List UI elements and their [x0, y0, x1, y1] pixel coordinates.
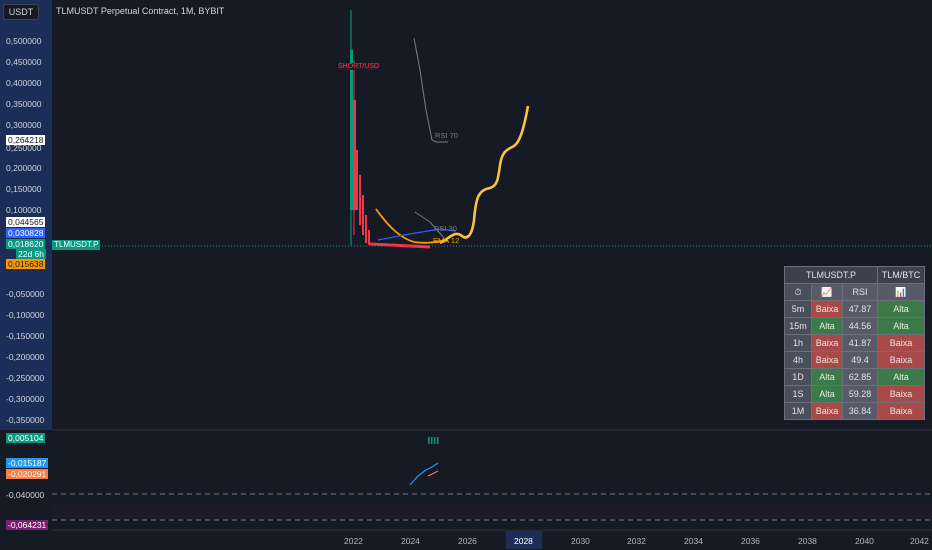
- table-row: 15m Alta 44.56 Alta: [784, 317, 925, 335]
- table-row: 5m Baixa 47.87 Alta: [784, 300, 925, 318]
- x-axis-label: 2028: [514, 536, 533, 546]
- chart-icon: 📈: [811, 283, 843, 301]
- x-axis-label: 2026: [458, 536, 477, 546]
- table-row: 1M Baixa 36.84 Baixa: [784, 402, 925, 420]
- tf-cell: 1D: [784, 368, 812, 386]
- rsi30-label: RSI 30: [434, 224, 457, 233]
- x-axis-label: 2040: [855, 536, 874, 546]
- rsi-cell: 44.56: [842, 317, 878, 335]
- x-axis-label: 2042: [910, 536, 929, 546]
- rsi-cell: 41.87: [842, 334, 878, 352]
- table-row: 4h Baixa 49.4 Baixa: [784, 351, 925, 369]
- x-axis-label: 2032: [627, 536, 646, 546]
- x-axis-label: 2038: [798, 536, 817, 546]
- candle-up: [350, 50, 353, 210]
- trend-cell: Alta: [811, 317, 843, 335]
- table-header-symbol: TLMUSDT.P: [784, 266, 878, 284]
- x-axis-label: 2036: [741, 536, 760, 546]
- tf-cell: 1S: [784, 385, 812, 403]
- x-axis-label: 2024: [401, 536, 420, 546]
- trend-cell: Alta: [811, 385, 843, 403]
- forecast-line: [439, 105, 530, 245]
- tf-cell: 4h: [784, 351, 812, 369]
- tf-cell: 15m: [784, 317, 812, 335]
- rsi-cell: 36.84: [842, 402, 878, 420]
- x-axis-label: 2022: [344, 536, 363, 546]
- btc-cell: Alta: [877, 368, 925, 386]
- tf-cell: 1M: [784, 402, 812, 420]
- rsi70-line: [413, 37, 448, 143]
- clock-icon: ⏱: [784, 283, 812, 301]
- gauge-icon: RSI: [842, 283, 878, 301]
- signal-table: TLMUSDT.P TLM/BTC ⏱ 📈 RSI 📊 5m Baixa 47.…: [784, 266, 925, 420]
- rsi-cell: 59.28: [842, 385, 878, 403]
- bar-icon: 📊: [877, 283, 925, 301]
- rsi-band: [52, 505, 932, 521]
- table-row: 1S Alta 59.28 Baixa: [784, 385, 925, 403]
- trend-cell: Alta: [811, 368, 843, 386]
- btc-cell: Baixa: [877, 351, 925, 369]
- btc-cell: Baixa: [877, 334, 925, 352]
- x-axis-label: 2034: [684, 536, 703, 546]
- table-row: 1h Baixa 41.87 Baixa: [784, 334, 925, 352]
- tf-cell: 5m: [784, 300, 812, 318]
- trend-cell: Baixa: [811, 334, 843, 352]
- btc-cell: Baixa: [877, 402, 925, 420]
- high-label: SHORT/USD: [338, 63, 380, 70]
- rsi-cell: 49.4: [842, 351, 878, 369]
- candle-down: [353, 100, 356, 210]
- btc-cell: Alta: [877, 317, 925, 335]
- ema-label: EMA 12: [433, 236, 460, 245]
- indicator-line: [409, 462, 439, 486]
- trend-cell: Baixa: [811, 351, 843, 369]
- rsi-cell: 62.85: [842, 368, 878, 386]
- rsi70-label: RSI 70: [435, 131, 458, 140]
- candles-flat: [369, 242, 431, 249]
- rsi-cell: 47.87: [842, 300, 878, 318]
- trend-cell: Baixa: [811, 402, 843, 420]
- tf-cell: 1h: [784, 334, 812, 352]
- btc-cell: Alta: [877, 300, 925, 318]
- table-header-btc: TLM/BTC: [877, 266, 925, 284]
- x-axis-label: 2030: [571, 536, 590, 546]
- table-row: 1D Alta 62.85 Alta: [784, 368, 925, 386]
- trend-cell: Baixa: [811, 300, 843, 318]
- btc-cell: Baixa: [877, 385, 925, 403]
